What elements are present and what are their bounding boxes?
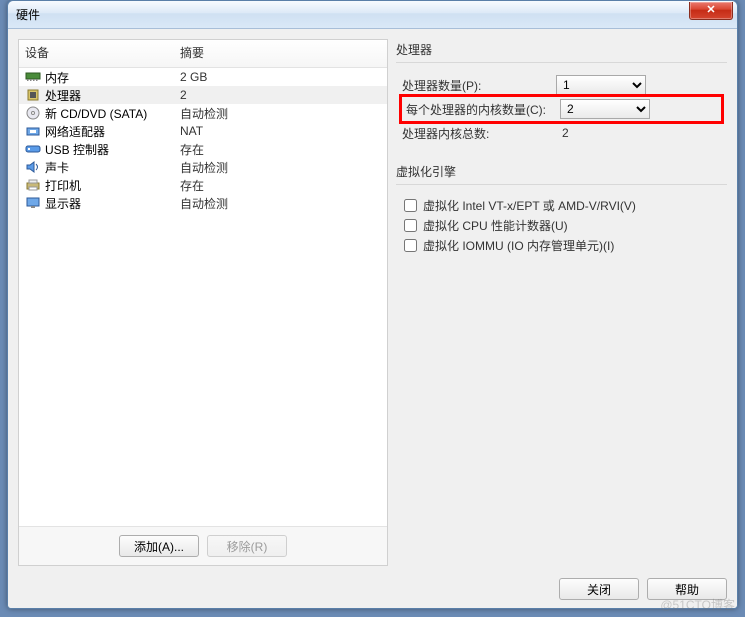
dialog-footer: 关闭 帮助 xyxy=(18,574,727,600)
cd-icon xyxy=(25,106,41,120)
client-area: 设备 摘要 内存2 GB处理器2新 CD/DVD (SATA)自动检测网络适配器… xyxy=(8,29,737,608)
usb-icon xyxy=(25,142,41,156)
device-name: 处理器 xyxy=(45,87,81,104)
network-icon xyxy=(25,124,41,138)
virt-checkbox[interactable] xyxy=(404,219,417,232)
panels: 设备 摘要 内存2 GB处理器2新 CD/DVD (SATA)自动检测网络适配器… xyxy=(18,39,727,566)
device-list[interactable]: 设备 摘要 内存2 GB处理器2新 CD/DVD (SATA)自动检测网络适配器… xyxy=(19,40,387,526)
printer-icon xyxy=(25,178,41,192)
virt-checkbox[interactable] xyxy=(404,239,417,252)
total-cores-value: 2 xyxy=(556,126,569,140)
virt-option[interactable]: 虚拟化 Intel VT-x/EPT 或 AMD-V/RVI(V) xyxy=(402,195,721,215)
row-cores-per-processor: 每个处理器的内核数量(C): 2 xyxy=(402,97,721,121)
device-row[interactable]: 新 CD/DVD (SATA) 自动检测 xyxy=(19,104,387,122)
titlebar[interactable]: 硬件 ✕ xyxy=(8,1,737,29)
device-name: 新 CD/DVD (SATA) xyxy=(45,105,147,122)
device-summary: 2 xyxy=(180,88,381,102)
device-name: USB 控制器 xyxy=(45,141,109,158)
device-name: 网络适配器 xyxy=(45,123,105,140)
device-summary: 存在 xyxy=(180,141,381,158)
processor-group: 处理器数量(P): 1 每个处理器的内核数量(C): 2 处理器内核总数: 2 xyxy=(396,62,727,151)
device-row[interactable]: 声卡 自动检测 xyxy=(19,158,387,176)
col-summary-header: 摘要 xyxy=(180,44,381,61)
hardware-dialog: 硬件 ✕ 设备 摘要 内存 2 GB 处理器 2 新 CD/DVD (SATA) 自动检测… xyxy=(7,0,738,609)
device-summary: 2 GB xyxy=(180,70,381,84)
cpu-icon xyxy=(25,88,41,102)
device-list-header: 设备 摘要 xyxy=(19,40,387,68)
detail-panel: 处理器 处理器数量(P): 1 每个处理器的内核数量(C): 2 xyxy=(396,39,727,566)
num-processors-select[interactable]: 1 xyxy=(556,75,646,95)
device-buttons: 添加(A)... 移除(R) xyxy=(19,526,387,565)
cores-per-processor-select[interactable]: 2 xyxy=(560,99,650,119)
virt-option-label: 虚拟化 IOMMU (IO 内存管理单元)(I) xyxy=(423,237,614,254)
add-device-button[interactable]: 添加(A)... xyxy=(119,535,199,557)
device-row[interactable]: USB 控制器 存在 xyxy=(19,140,387,158)
device-row[interactable]: 内存 2 GB xyxy=(19,68,387,86)
col-device-header: 设备 xyxy=(25,44,180,61)
virt-option-label: 虚拟化 Intel VT-x/EPT 或 AMD-V/RVI(V) xyxy=(423,197,636,214)
num-processors-label: 处理器数量(P): xyxy=(402,77,550,94)
window-title: 硬件 xyxy=(16,6,40,23)
device-row[interactable]: 显示器 自动检测 xyxy=(19,194,387,212)
help-button[interactable]: 帮助 xyxy=(647,578,727,600)
close-dialog-button[interactable]: 关闭 xyxy=(559,578,639,600)
row-total-cores: 处理器内核总数: 2 xyxy=(402,121,721,145)
memory-icon xyxy=(25,70,41,84)
device-name: 声卡 xyxy=(45,159,69,176)
remove-device-button[interactable]: 移除(R) xyxy=(207,535,287,557)
virt-option-label: 虚拟化 CPU 性能计数器(U) xyxy=(423,217,568,234)
device-summary: 自动检测 xyxy=(180,105,381,122)
virt-group-label: 虚拟化引擎 xyxy=(396,163,727,180)
total-cores-label: 处理器内核总数: xyxy=(402,125,550,142)
device-name: 内存 xyxy=(45,69,69,86)
device-row[interactable]: 网络适配器 NAT xyxy=(19,122,387,140)
device-summary: 自动检测 xyxy=(180,195,381,212)
device-summary: NAT xyxy=(180,124,381,138)
device-row[interactable]: 处理器 2 xyxy=(19,86,387,104)
virt-option[interactable]: 虚拟化 IOMMU (IO 内存管理单元)(I) xyxy=(402,235,721,255)
sound-icon xyxy=(25,160,41,174)
virt-checkbox[interactable] xyxy=(404,199,417,212)
display-icon xyxy=(25,196,41,210)
virt-option[interactable]: 虚拟化 CPU 性能计数器(U) xyxy=(402,215,721,235)
close-button[interactable]: ✕ xyxy=(689,2,733,20)
device-summary: 存在 xyxy=(180,177,381,194)
virt-group: 虚拟化 Intel VT-x/EPT 或 AMD-V/RVI(V) 虚拟化 CPU… xyxy=(396,184,727,261)
device-summary: 自动检测 xyxy=(180,159,381,176)
device-name: 显示器 xyxy=(45,195,81,212)
close-icon: ✕ xyxy=(706,4,715,16)
device-panel: 设备 摘要 内存2 GB处理器2新 CD/DVD (SATA)自动检测网络适配器… xyxy=(18,39,388,566)
row-num-processors: 处理器数量(P): 1 xyxy=(402,73,721,97)
device-row[interactable]: 打印机 存在 xyxy=(19,176,387,194)
cores-per-processor-label: 每个处理器的内核数量(C): xyxy=(406,101,554,118)
device-name: 打印机 xyxy=(45,177,81,194)
processor-group-label: 处理器 xyxy=(396,41,727,58)
